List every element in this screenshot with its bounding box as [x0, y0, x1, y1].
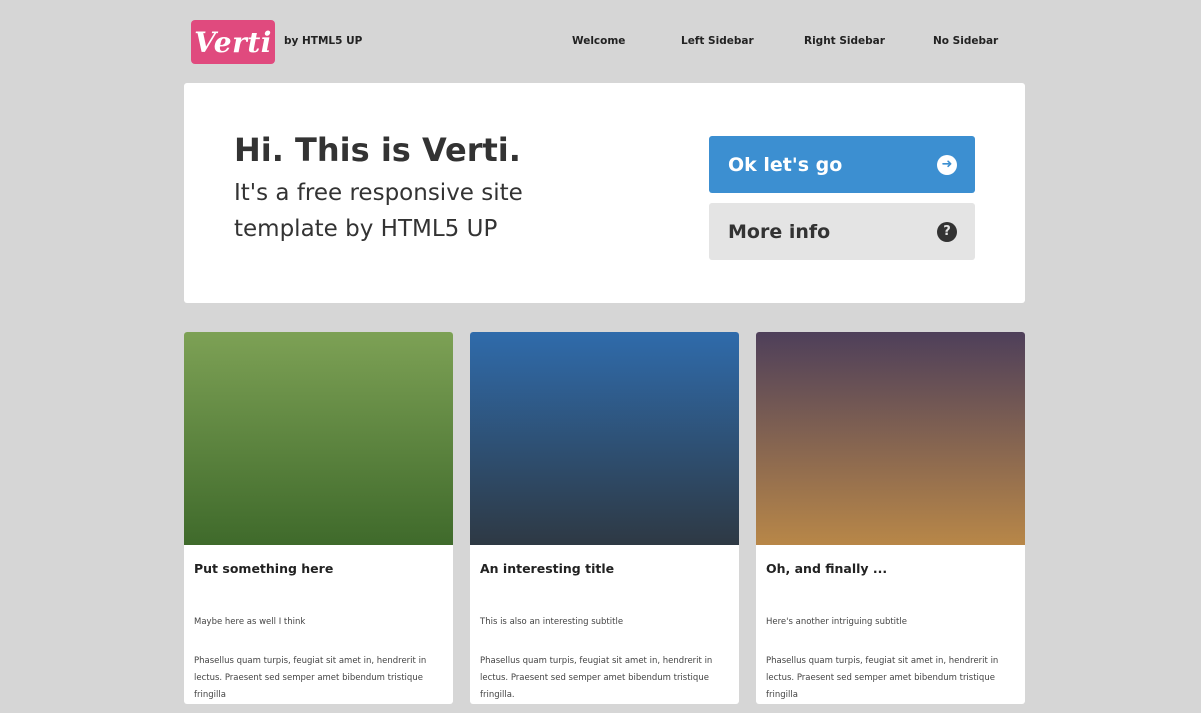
card-title: Oh, and finally ... — [766, 561, 888, 576]
logo[interactable]: Verti — [191, 20, 275, 64]
ok-lets-go-label: Ok let's go — [728, 153, 843, 176]
card-image[interactable] — [184, 332, 453, 545]
question-circle-icon: ? — [937, 221, 957, 242]
card-subtitle: Here's another intriguing subtitle — [766, 617, 907, 627]
card-body: Phasellus quam turpis, feugiat sit amet … — [766, 656, 999, 700]
banner-title: Hi. This is Verti. — [234, 131, 521, 169]
banner-subtitle: It's a free responsive site template by … — [234, 180, 523, 242]
card-2: An interesting title This is also an int… — [470, 332, 739, 704]
more-info-label: More info — [728, 220, 831, 243]
card-body: Phasellus quam turpis, feugiat sit amet … — [480, 656, 713, 700]
nav-item-left-sidebar[interactable]: Left Sidebar — [681, 35, 754, 47]
site-header: Verti by HTML5 UP Welcome Left Sidebar R… — [0, 0, 1201, 83]
card-1: Put something here Maybe here as well I … — [184, 332, 453, 704]
more-info-button[interactable]: More info ? — [709, 203, 975, 260]
card-image[interactable] — [470, 332, 739, 545]
card-subtitle: Maybe here as well I think — [194, 617, 306, 627]
card-title: An interesting title — [480, 561, 615, 576]
card-subtitle: This is also an interesting subtitle — [480, 617, 624, 627]
card-body: Phasellus quam turpis, feugiat sit amet … — [194, 656, 427, 700]
banner: Hi. This is Verti. It's a free responsiv… — [184, 83, 1025, 303]
card-title: Put something here — [194, 561, 334, 576]
nav-item-right-sidebar[interactable]: Right Sidebar — [804, 35, 885, 47]
byline: by HTML5 UP — [284, 35, 363, 47]
ok-lets-go-button[interactable]: Ok let's go ➜ — [709, 136, 975, 193]
card-image[interactable] — [756, 332, 1025, 545]
nav-item-welcome[interactable]: Welcome — [572, 35, 625, 47]
arrow-right-circle-icon: ➜ — [937, 154, 957, 175]
nav-item-no-sidebar[interactable]: No Sidebar — [933, 35, 998, 47]
card-3: Oh, and finally ... Here's another intri… — [756, 332, 1025, 704]
